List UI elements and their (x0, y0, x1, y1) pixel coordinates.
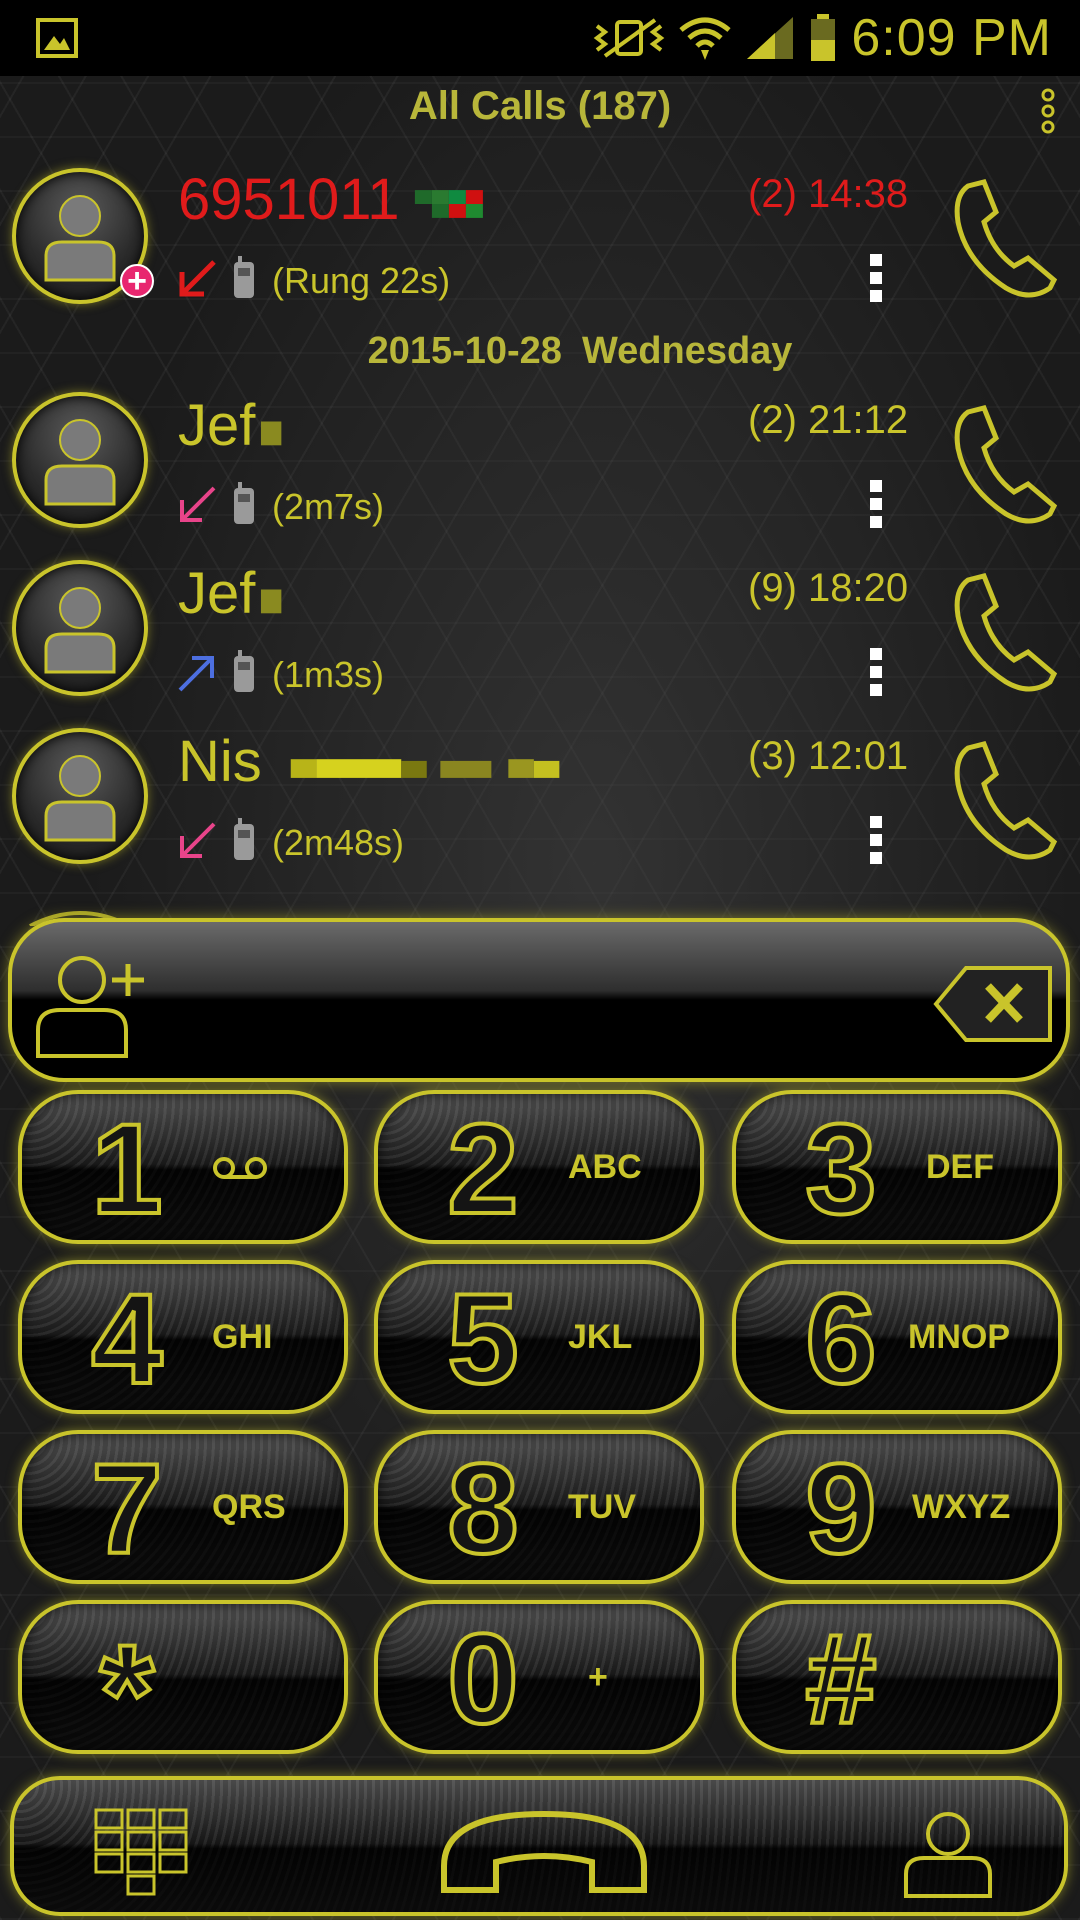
key-7[interactable]: 7 QRS (18, 1430, 348, 1584)
person-icon (44, 755, 116, 842)
call-time: (9) 18:20 (748, 566, 909, 610)
key-digit: 0 (445, 1608, 520, 1751)
caller-name: Jef (178, 560, 285, 627)
redacted-name (261, 421, 282, 445)
date-separator: 2015-10-28 Wednesday (0, 330, 1080, 373)
person-icon (44, 195, 116, 282)
key-0[interactable]: 0 + (374, 1600, 704, 1754)
key-digit: * (98, 1615, 156, 1772)
contacts-icon[interactable] (900, 1808, 996, 1900)
key-digit: 2 (445, 1098, 520, 1241)
call-duration: (2m48s) (272, 822, 405, 863)
key-digit: 1 (89, 1098, 164, 1241)
contact-avatar[interactable] (12, 728, 148, 864)
outgoing-call-arrow-icon (178, 656, 214, 692)
gallery-icon (36, 18, 78, 58)
key-letters: + (588, 1658, 608, 1696)
call-back-phone-icon[interactable] (950, 568, 1060, 698)
call-time: (2) 14:38 (748, 172, 909, 216)
dial-call-icon[interactable] (434, 1800, 654, 1900)
person-icon (44, 587, 116, 674)
key-letters: ABC (568, 1148, 642, 1186)
key-letters: MNOP (908, 1318, 1010, 1356)
caller-name: 6951011 (178, 166, 500, 233)
redacted-name (261, 589, 282, 613)
redacted-number (414, 189, 483, 218)
key-digit: 9 (803, 1438, 878, 1581)
mobile-phone-icon (234, 256, 254, 298)
vibrate-mute-icon (594, 18, 665, 58)
backspace-icon[interactable] (932, 962, 1056, 1046)
call-log-row[interactable]: Nis (3) 12:01 (2m48s) (0, 720, 1080, 870)
missed-call-arrow-icon (179, 260, 216, 297)
separator-weekday: Wednesday (581, 330, 793, 372)
contact-avatar[interactable] (12, 392, 148, 528)
call-back-phone-icon[interactable] (950, 736, 1060, 866)
key-digit: 8 (445, 1438, 520, 1581)
key-star[interactable]: * (18, 1600, 348, 1766)
key-8[interactable]: 8 TUV (374, 1430, 704, 1584)
keypad-grid-icon[interactable] (94, 1808, 190, 1900)
mobile-phone-icon (234, 482, 254, 524)
call-back-phone-icon[interactable] (950, 400, 1060, 530)
mobile-phone-icon (234, 818, 254, 860)
voicemail-icon (213, 1157, 267, 1179)
key-digit: 5 (445, 1268, 520, 1411)
caller-name: Jef (178, 392, 285, 459)
call-log-row[interactable]: Jef (9) 18:20 (1m3s) (0, 552, 1080, 702)
call-time: (3) 12:01 (748, 734, 909, 778)
key-letters: DEF (926, 1148, 994, 1186)
key-6[interactable]: 6 MNOP (732, 1260, 1062, 1414)
call-duration: (1m3s) (272, 654, 385, 695)
add-contact-badge[interactable]: + (120, 264, 154, 298)
key-digit: 7 (89, 1438, 164, 1581)
key-letters: WXYZ (912, 1488, 1011, 1526)
person-icon (44, 419, 116, 506)
dial-input-bar (8, 918, 1070, 1082)
status-bar: 6:09 PM (0, 0, 1080, 76)
row-menu-icon[interactable] (866, 814, 886, 866)
row-menu-icon[interactable] (866, 252, 886, 304)
mobile-phone-icon (234, 650, 254, 692)
call-duration: (Rung 22s) (272, 260, 451, 301)
clock: 6:09 PM (851, 9, 1052, 67)
key-9[interactable]: 9 WXYZ (732, 1430, 1062, 1584)
contact-avatar[interactable]: + (12, 168, 154, 304)
separator-date: 2015-10-28 (367, 330, 562, 372)
key-letters: JKL (568, 1318, 633, 1356)
key-5[interactable]: 5 JKL (374, 1260, 704, 1414)
key-digit: 4 (89, 1268, 164, 1411)
dial-number-input[interactable] (172, 976, 912, 1056)
row-menu-icon[interactable] (866, 478, 886, 530)
key-3[interactable]: 3 DEF (732, 1090, 1062, 1244)
key-digit: # (803, 1608, 878, 1751)
incoming-call-arrow-icon (180, 486, 216, 522)
key-4[interactable]: 4 GHI (18, 1260, 348, 1414)
call-log-row[interactable]: + 6951011 (2) 14:38 (Rung 22s) (0, 160, 1080, 310)
call-duration: (2m7s) (272, 486, 385, 527)
key-letters: GHI (212, 1318, 273, 1356)
key-digit: 3 (803, 1098, 878, 1241)
wifi-icon (679, 17, 731, 60)
bottom-action-bar (10, 1776, 1068, 1916)
key-letters: QRS (212, 1488, 286, 1526)
caller-name: Nis (178, 728, 596, 795)
add-contact-icon[interactable] (32, 952, 152, 1060)
call-back-phone-icon[interactable] (950, 174, 1060, 304)
battery-icon (811, 14, 836, 61)
key-digit: 6 (803, 1268, 878, 1411)
page-title: All Calls (187) (408, 84, 672, 128)
call-log-row[interactable]: Jef (2) 21:12 (2m7s) (0, 384, 1080, 534)
key-1[interactable]: 1 (18, 1090, 348, 1244)
key-2[interactable]: 2 ABC (374, 1090, 704, 1244)
key-letters: TUV (568, 1488, 636, 1526)
incoming-call-arrow-icon (180, 822, 216, 858)
row-menu-icon[interactable] (866, 646, 886, 698)
contact-avatar[interactable] (12, 560, 148, 696)
call-time: (2) 21:12 (748, 398, 909, 442)
overflow-menu-icon[interactable] (1036, 88, 1060, 134)
key-hash[interactable]: # (732, 1600, 1062, 1754)
signal-icon (747, 17, 794, 59)
redacted-name (290, 758, 560, 778)
